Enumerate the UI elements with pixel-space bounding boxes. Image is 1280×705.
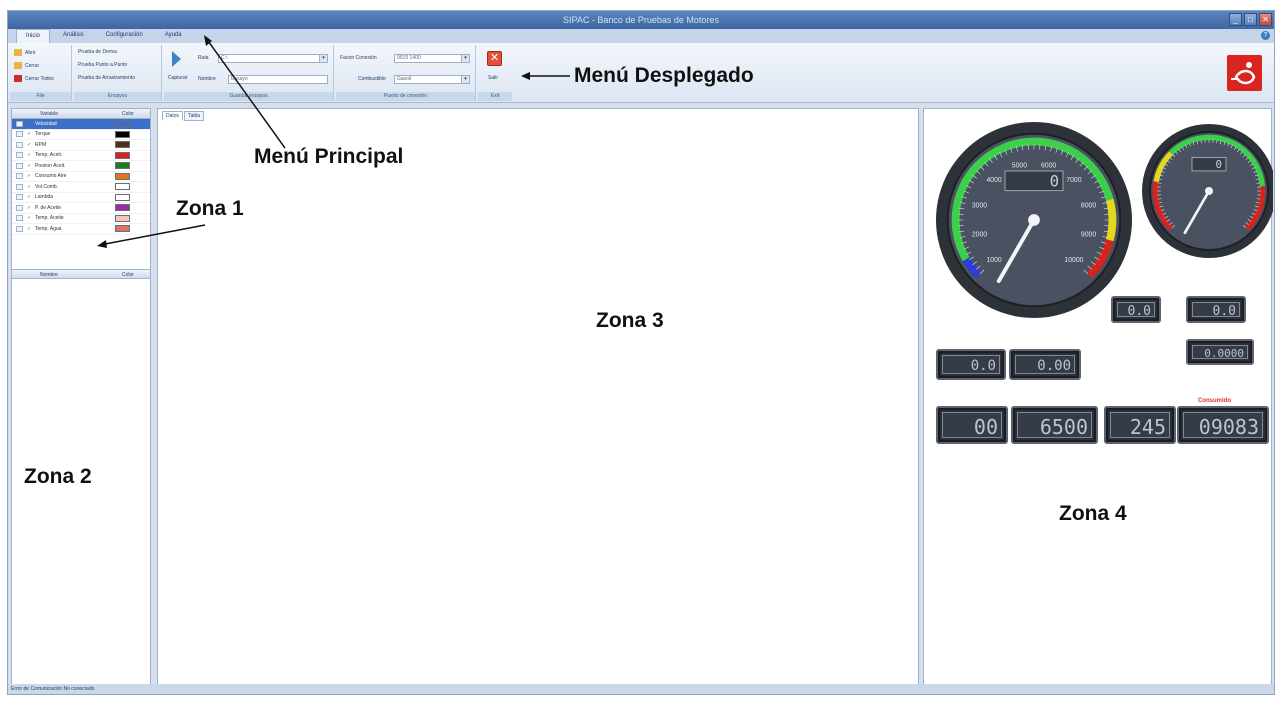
arrow-menu-principal: [205, 37, 286, 149]
annotation-zona2: Zona 2: [24, 465, 92, 488]
annotation-zona1: Zona 1: [176, 197, 244, 220]
app-root: SIPAC - Banco de Pruebas de Motores _ □ …: [0, 0, 1280, 705]
arrowhead-zona1: [97, 240, 107, 248]
annotation-zona4: Zona 4: [1059, 502, 1127, 525]
annotation-menu-principal: Menú Principal: [254, 145, 404, 168]
arrow-zona1: [99, 224, 206, 246]
arrowhead-menu-desplegado: [521, 72, 530, 80]
annotation-zona3: Zona 3: [596, 309, 664, 332]
annotation-arrows: [97, 35, 570, 248]
annotation-menu-desplegado: Menú Desplegado: [574, 64, 754, 87]
